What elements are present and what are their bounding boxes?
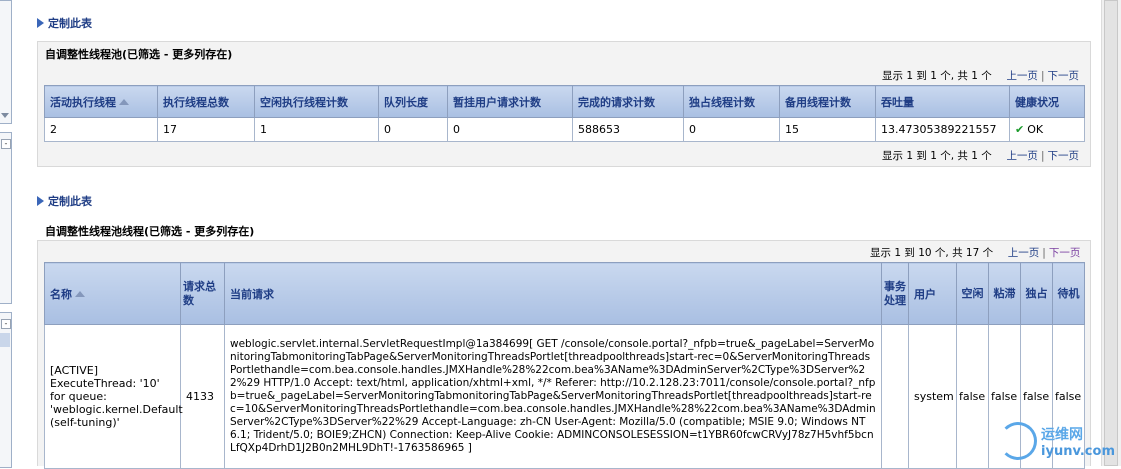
cell-thread-name: [ACTIVE] ExecuteThread: '10' for queue: … (44, 324, 183, 469)
cell-idle-threads: 1 (254, 117, 379, 142)
pager-top: 显示 1 到 1 个, 共 1 个 上一页 | 下一页 (882, 70, 1079, 82)
pager-top: 显示 1 到 10 个, 共 17 个 上一页 | 下一页 (870, 247, 1081, 259)
cell-total-requests: 4133 (180, 324, 225, 469)
watermark-text-bottom: iyunv.com (1041, 443, 1115, 459)
column-header-completed-requests[interactable]: 完成的请求计数 (572, 85, 684, 118)
table-row: 2 17 1 0 0 588653 0 15 13.47305389221557… (44, 117, 1085, 142)
column-header-stuck[interactable]: 粘滞 (988, 262, 1021, 325)
column-header-standby[interactable]: 待机 (1052, 262, 1085, 325)
cell-throughput: 13.47305389221557 (875, 117, 1010, 142)
prev-page-link[interactable]: 上一页 (1006, 70, 1038, 82)
pager-display: 显示 1 到 1 个, 共 1 个 (882, 70, 992, 82)
cell-active-threads: 2 (44, 117, 158, 142)
watermark-logo: 运维网 iyunv.com (999, 422, 1115, 460)
watermark-circle-icon (999, 422, 1038, 460)
cell-idle: false (956, 324, 989, 469)
cell-pending-requests: 0 (447, 117, 573, 142)
cell-completed-requests: 588653 (572, 117, 684, 142)
health-status: OK (1027, 123, 1044, 136)
column-header-pending-requests[interactable]: 暂挂用户请求计数 (447, 85, 573, 118)
thread-pool-table: 活动执行线程 执行线程总数 空闲执行线程计数 队列长度 暂挂用户请求计数 完成的… (44, 85, 1085, 142)
sidebar-panel-middle: - (0, 132, 12, 304)
sort-ascending-icon[interactable] (119, 99, 129, 106)
customize-label: 定制此表 (48, 195, 92, 208)
customize-label: 定制此表 (48, 17, 92, 30)
scroll-down-icon[interactable] (1, 113, 9, 118)
expand-triangle-icon (37, 196, 44, 206)
section-title: 自调整性线程池线程(已筛选 - 更多列存在) (45, 225, 255, 238)
customize-table-link[interactable]: 定制此表 (37, 193, 92, 209)
column-header-throughput[interactable]: 吞吐量 (875, 85, 1010, 118)
pager-display: 显示 1 到 1 个, 共 1 个 (882, 150, 992, 162)
column-header-user[interactable]: 用户 (908, 262, 957, 325)
cell-queue-length: 0 (378, 117, 448, 142)
expand-triangle-icon (37, 18, 44, 28)
column-header-name[interactable]: 名称 (44, 262, 181, 325)
column-header-standby-threads[interactable]: 备用线程计数 (779, 85, 876, 118)
next-page-link[interactable]: 下一页 (1047, 150, 1079, 162)
column-header-active-threads[interactable]: 活动执行线程 (44, 85, 158, 118)
next-page-link[interactable]: 下一页 (1047, 70, 1079, 82)
scrollbar-thumb[interactable] (1104, 0, 1118, 466)
column-header-transaction[interactable]: 事务处理 (881, 262, 909, 325)
checkmark-icon: ✔ (1015, 123, 1025, 136)
sidebar-selected-item[interactable] (0, 333, 10, 347)
table-header-row: 名称 请求总数 当前请求 事务处理 用户 空闲 粘滞 独占 待机 (44, 262, 1085, 325)
column-header-current-request[interactable]: 当前请求 (224, 262, 882, 325)
vertical-scrollbar[interactable] (1101, 0, 1121, 466)
cell-hogging-threads: 0 (683, 117, 780, 142)
sidebar-panel-top (0, 0, 12, 124)
next-page-link[interactable]: 下一页 (1049, 247, 1081, 259)
table-header-row: 活动执行线程 执行线程总数 空闲执行线程计数 队列长度 暂挂用户请求计数 完成的… (44, 85, 1085, 118)
pager-display: 显示 1 到 10 个, 共 17 个 (870, 247, 994, 259)
sidebar-panel-bottom: - (0, 312, 12, 468)
prev-page-link[interactable]: 上一页 (1008, 247, 1040, 259)
cell-total-threads: 17 (157, 117, 255, 142)
column-header-hogger[interactable]: 独占 (1020, 262, 1053, 325)
cell-health: ✔ OK (1009, 117, 1085, 142)
column-header-hogging-threads[interactable]: 独占线程计数 (683, 85, 780, 118)
column-header-health[interactable]: 健康状况 (1009, 85, 1085, 118)
cell-standby-threads: 15 (779, 117, 876, 142)
column-header-idle-threads[interactable]: 空闲执行线程计数 (254, 85, 379, 118)
pager-bottom: 显示 1 到 1 个, 共 1 个 上一页 | 下一页 (882, 150, 1079, 162)
section-title: 自调整性线程池(已筛选 - 更多列存在) (45, 48, 233, 61)
sort-ascending-icon[interactable] (75, 291, 85, 298)
column-header-queue-length[interactable]: 队列长度 (378, 85, 448, 118)
column-header-total-requests[interactable]: 请求总数 (180, 262, 225, 325)
customize-table-link[interactable]: 定制此表 (37, 15, 92, 31)
threads-table: 名称 请求总数 当前请求 事务处理 用户 空闲 粘滞 独占 待机 [ACTIVE… (44, 262, 1085, 469)
collapse-icon[interactable]: - (1, 139, 11, 149)
cell-current-request: weblogic.servlet.internal.ServletRequest… (224, 324, 882, 469)
prev-page-link[interactable]: 上一页 (1006, 150, 1038, 162)
table-row: [ACTIVE] ExecuteThread: '10' for queue: … (44, 324, 1085, 469)
column-header-idle[interactable]: 空闲 (956, 262, 989, 325)
cell-transaction (881, 324, 909, 469)
cell-user: system (908, 324, 957, 469)
collapse-icon[interactable]: - (1, 319, 11, 329)
column-header-total-threads[interactable]: 执行线程总数 (157, 85, 255, 118)
watermark-text-top: 运维网 (1041, 426, 1084, 443)
left-sidebar-edge: - - (0, 0, 12, 468)
